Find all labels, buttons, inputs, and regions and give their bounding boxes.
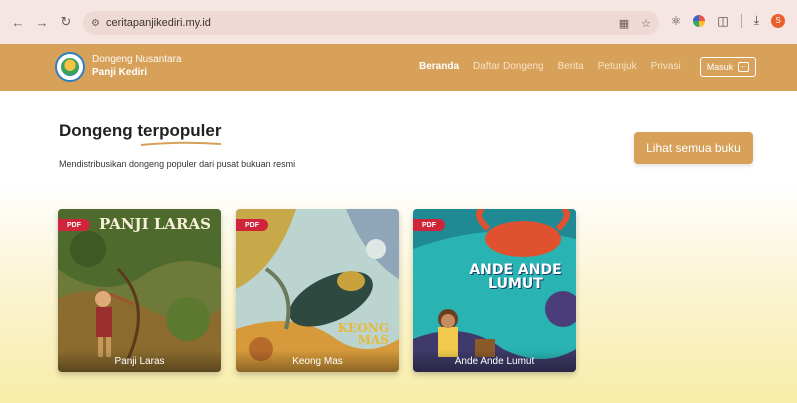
- url-text: ceritapanjikediri.my.id: [105, 17, 211, 29]
- address-bar[interactable]: ⚙ ceritapanjikediri.my.id ▦ ☆: [83, 11, 659, 35]
- title-underline: [140, 141, 222, 146]
- cover-title-ande-ande-lumut: ANDE ANDE LUMUT: [469, 262, 562, 292]
- cover-title-panji-laras: PANJI LARAS: [99, 215, 211, 233]
- site-logo[interactable]: [55, 52, 85, 82]
- book-title-keong-mas: Keong Mas: [236, 350, 399, 372]
- puzzle-icon[interactable]: ◫: [717, 14, 728, 28]
- extension-icon[interactable]: ⚛: [671, 14, 682, 28]
- book-card-ande-ande-lumut[interactable]: ANDE ANDE LUMUT PDF Ande Ande Lumut: [413, 209, 576, 372]
- translate-icon[interactable]: ▦: [619, 17, 629, 30]
- pdf-badge: PDF: [236, 219, 268, 231]
- brand[interactable]: Dongeng Nusantara Panji Kediri: [92, 54, 182, 78]
- pdf-badge: PDF: [413, 219, 445, 231]
- toolbar-divider: [740, 13, 742, 28]
- pdf-badge: PDF: [58, 219, 90, 231]
- login-button[interactable]: Masuk ←: [700, 57, 756, 77]
- book-cover-panji-laras: [58, 209, 221, 372]
- download-icon[interactable]: ⤓: [754, 13, 759, 28]
- nav-beranda[interactable]: Beranda: [419, 61, 459, 72]
- reload-icon[interactable]: ↻: [56, 12, 76, 32]
- logo-emblem-icon: [61, 58, 79, 76]
- login-icon: ←: [738, 62, 750, 72]
- nav-privasi[interactable]: Privasi: [651, 61, 681, 72]
- title-part2: terpopuler: [137, 121, 222, 140]
- section-subtitle: Mendistribusikan dongeng populer dari pu…: [59, 159, 296, 169]
- main-nav: Beranda Daftar Dongeng Berita Petunjuk P…: [419, 61, 695, 72]
- bookmark-star-icon[interactable]: ☆: [641, 17, 651, 30]
- browser-toolbar: ← → ↻ ⚙ ceritapanjikediri.my.id ▦ ☆ ⚛ ◫ …: [0, 0, 797, 44]
- profile-avatar[interactable]: S: [771, 13, 785, 28]
- back-icon[interactable]: ←: [8, 12, 28, 32]
- book-card-panji-laras[interactable]: PANJI LARAS PDF Panji Laras: [58, 209, 221, 372]
- section-title: Dongeng terpopuler: [59, 121, 221, 141]
- login-label: Masuk: [706, 62, 734, 72]
- book-cover-keong-mas: [236, 209, 399, 372]
- book-title-ande-ande-lumut: Ande Ande Lumut: [413, 350, 576, 372]
- see-all-books-button[interactable]: Lihat semua buku: [634, 132, 753, 164]
- brand-line1: Dongeng Nusantara: [92, 54, 182, 65]
- title-part1: Dongeng: [59, 121, 138, 140]
- cover-title-keong-mas: KEONG MAS: [337, 321, 389, 347]
- site-header: Dongeng Nusantara Panji Kediri Beranda D…: [0, 44, 797, 91]
- site-info-icon[interactable]: ⚙: [91, 18, 100, 29]
- book-title-panji-laras: Panji Laras: [58, 350, 221, 372]
- nav-petunjuk[interactable]: Petunjuk: [598, 61, 637, 72]
- nav-daftar-dongeng[interactable]: Daftar Dongeng: [473, 61, 544, 72]
- color-extension-icon[interactable]: [693, 14, 706, 27]
- book-card-keong-mas[interactable]: KEONG MAS PDF Keong Mas: [236, 209, 399, 372]
- main-content: Dongeng terpopuler Mendistribusikan dong…: [0, 91, 797, 403]
- brand-line2: Panji Kediri: [92, 67, 148, 78]
- nav-berita[interactable]: Berita: [558, 61, 584, 72]
- forward-icon[interactable]: →: [32, 12, 52, 32]
